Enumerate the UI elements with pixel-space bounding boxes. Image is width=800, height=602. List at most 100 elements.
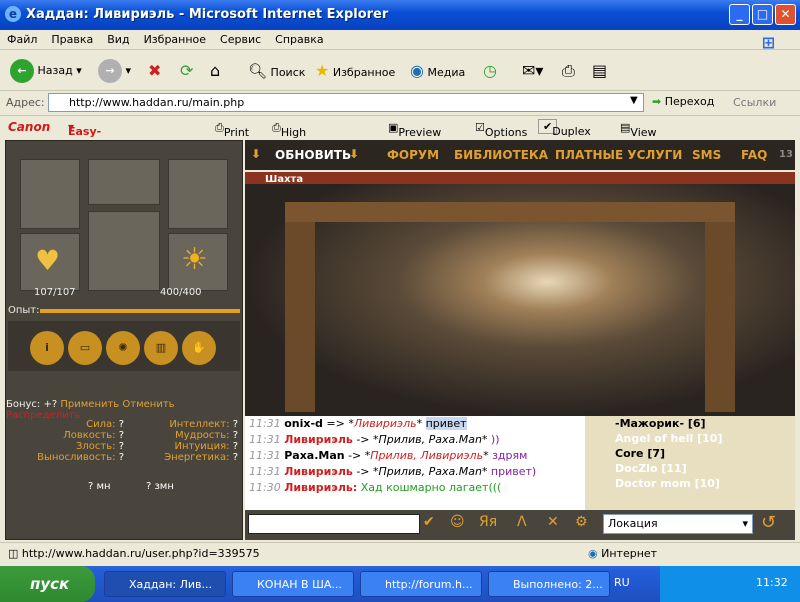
- task-haddan[interactable]: Хаддан: Лив...: [104, 571, 226, 597]
- canon-print-bar: Canon Easy-WebPrint ▾ ⎙ Print ⎙ High Spe…: [0, 115, 800, 165]
- options-link[interactable]: ☑ Options: [475, 121, 527, 139]
- forum-link[interactable]: ФОРУМ: [387, 148, 439, 162]
- refresh-button[interactable]: ⟳: [180, 57, 193, 85]
- send-check-icon[interactable]: ✔: [423, 514, 435, 530]
- task-konan[interactable]: КОНАН В ША...: [232, 571, 354, 597]
- hp-heart-slot: ♥: [20, 233, 80, 291]
- location-name: Шахта: [265, 174, 304, 185]
- close-button[interactable]: ✕: [775, 4, 796, 25]
- go-button[interactable]: ➡ Переход: [652, 95, 714, 108]
- bonus-apply-link[interactable]: Применить: [60, 399, 119, 410]
- faq-link[interactable]: FAQ: [741, 148, 767, 162]
- inventory-button[interactable]: ▭: [68, 331, 102, 365]
- duplex-toggle[interactable]: ✔ Duplex: [538, 119, 591, 138]
- equip-slot-belt[interactable]: [88, 159, 160, 205]
- canon-logo: Canon: [8, 120, 51, 134]
- print-button[interactable]: ⎙: [562, 57, 575, 85]
- action-buttons-row: i ▭ ✺ ▥ ✋: [8, 321, 240, 371]
- bonus-row: Бонус: +? Применить Отменить Распределит…: [6, 399, 244, 421]
- stat-wisdom: Мудрость: ?: [174, 430, 238, 441]
- chat-input[interactable]: [248, 514, 420, 534]
- menu-favorites[interactable]: Избранное: [137, 30, 213, 49]
- task-download[interactable]: Выполнено: 2...: [488, 571, 610, 597]
- stop-button[interactable]: ✖: [148, 57, 161, 85]
- bonus-cancel-link[interactable]: Отменить: [122, 399, 174, 410]
- book-button[interactable]: ▥: [144, 331, 178, 365]
- clear-icon[interactable]: ✕: [547, 514, 559, 530]
- address-dropdown-icon[interactable]: ▼: [630, 95, 638, 106]
- menu-help[interactable]: Справка: [268, 30, 330, 49]
- favorites-button[interactable]: ★ Избранное: [315, 57, 395, 85]
- stat-agility: Ловкость: ?: [63, 430, 124, 441]
- system-tray: RU 11:32: [614, 566, 800, 602]
- menu-edit[interactable]: Правка: [44, 30, 100, 49]
- mana-value: 400/400: [160, 287, 202, 298]
- character-panel: ♥ ☀ 107/107 400/400 Опыт: i ▭ ✺ ▥ ✋ Бону…: [5, 140, 243, 540]
- menu-view[interactable]: Вид: [100, 30, 136, 49]
- return-arrow-icon[interactable]: ↺: [761, 512, 776, 533]
- heart-icon: ♥: [35, 244, 61, 277]
- chat-log: 11:31 onix-d => *Ливириэль* привет 11:31…: [245, 416, 597, 510]
- skills-button[interactable]: ✺: [106, 331, 140, 365]
- task-forum[interactable]: http://forum.h...: [360, 571, 482, 597]
- mine-scene-view: Шахта: [245, 172, 795, 416]
- minimize-button[interactable]: _: [729, 4, 750, 25]
- forward-button[interactable]: → ▾: [98, 57, 131, 85]
- forward-arrow-icon: →: [98, 59, 122, 83]
- refresh-arrow-icon-2: ⬇: [349, 147, 360, 161]
- search-button[interactable]: 🔍︎ Поиск: [248, 57, 305, 85]
- menu-file[interactable]: Файл: [0, 30, 44, 49]
- chat-line: 11:31 Раха.Man -> *Прилив, Ливириэль* зд…: [249, 449, 528, 462]
- equip-slot-armor[interactable]: [168, 159, 228, 229]
- media-button[interactable]: ◉ Медиа: [410, 57, 465, 85]
- ie-icon: e: [5, 6, 21, 22]
- refresh-arrow-icon: ⬇: [251, 147, 262, 161]
- address-input[interactable]: http://www.haddan.ru/main.php: [48, 93, 644, 112]
- player-entry[interactable]: Doctor mom [10]: [585, 476, 795, 491]
- title-bar: e Хаддан: Ливириэль - Microsoft Internet…: [0, 0, 800, 30]
- back-button[interactable]: ← Назад ▾: [10, 57, 82, 85]
- mail-button[interactable]: ✉▾: [522, 57, 543, 85]
- globe-icon: ◉: [588, 547, 598, 560]
- maximize-button[interactable]: □: [752, 4, 773, 25]
- equip-slot-gloves[interactable]: [88, 211, 160, 291]
- sms-link[interactable]: SMS: [692, 148, 721, 162]
- back-arrow-icon: ←: [10, 59, 34, 83]
- view-print-list-link[interactable]: ▤ View Print List: [620, 121, 657, 165]
- paid-services-link[interactable]: ПЛАТНЫЕ УСЛУГИ: [555, 148, 682, 162]
- high-speed-print-link[interactable]: ⎙ High Speed Print: [272, 121, 315, 165]
- bonus-value: +?: [43, 399, 58, 410]
- location-select[interactable]: Локация ▾: [603, 514, 753, 534]
- smiley-icon[interactable]: ☺: [450, 514, 465, 530]
- menu-tools[interactable]: Сервис: [213, 30, 268, 49]
- player-entry[interactable]: -Мажорик- [6]: [585, 416, 795, 431]
- exp-label: Опыт:: [8, 305, 40, 316]
- history-button[interactable]: ◷: [483, 57, 497, 85]
- wood-beam-right: [705, 212, 735, 412]
- home-button[interactable]: ⌂: [210, 57, 220, 85]
- refresh-game-button[interactable]: ОБНОВИТЬ: [275, 148, 351, 162]
- status-bar: ◫ http://www.haddan.ru/user.php?id=33957…: [0, 542, 800, 564]
- start-button[interactable]: пуск: [0, 566, 95, 602]
- print-link[interactable]: ⎙ Print: [215, 121, 249, 139]
- trade-button[interactable]: ✋: [182, 331, 216, 365]
- preview-link[interactable]: ▣ Preview: [388, 121, 441, 139]
- player-entry[interactable]: Core [7]: [585, 446, 795, 461]
- player-entry[interactable]: DocZlo [11]: [585, 461, 795, 476]
- player-entry[interactable]: Angel of hell [10]: [585, 431, 795, 446]
- status-zone: ◉ Интернет: [588, 547, 658, 560]
- language-indicator[interactable]: RU: [614, 576, 630, 589]
- easy-webprint-menu[interactable]: Easy-WebPrint ▾: [68, 120, 125, 151]
- equip-slot-boots[interactable]: [20, 159, 80, 229]
- filter-icon[interactable]: Λ: [517, 514, 527, 530]
- settings-gear-icon[interactable]: ⚙: [575, 514, 588, 530]
- links-label[interactable]: Ссылки: [733, 96, 776, 109]
- info-button[interactable]: i: [30, 331, 64, 365]
- menu-bar: Файл Правка Вид Избранное Сервис Справка ⊞: [0, 30, 800, 52]
- edit-button[interactable]: ▤: [592, 57, 607, 85]
- library-link[interactable]: БИБЛИОТЕКА: [454, 148, 548, 162]
- chat-line: 11:30 Ливириэль: Хад кошмарно лагает(((: [249, 481, 502, 494]
- translit-icon[interactable]: Яя: [479, 514, 497, 530]
- chevron-down-icon: ▾: [742, 517, 748, 530]
- stat-strength: Сила: ?: [86, 419, 124, 430]
